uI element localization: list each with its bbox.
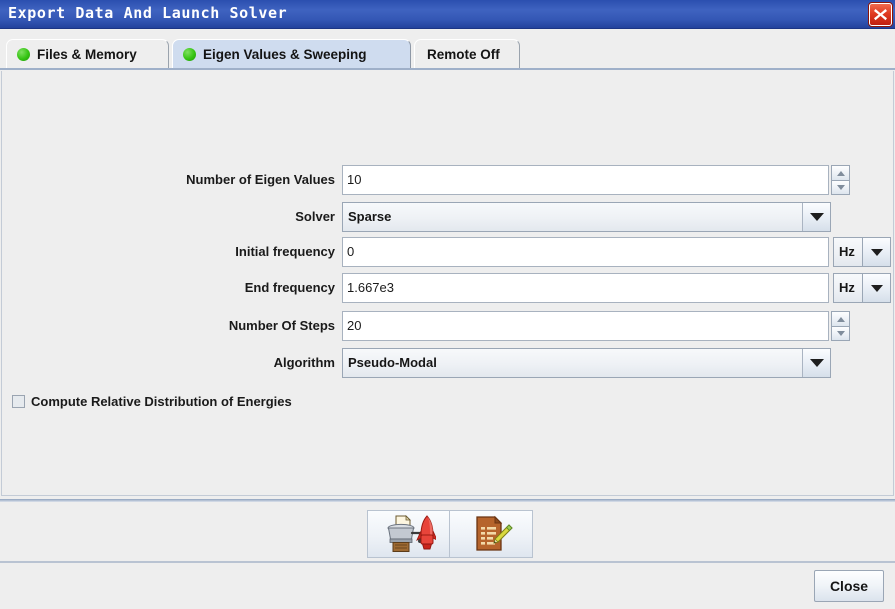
row-end-frequency: End frequency Hz — [2, 273, 895, 303]
edit-file-button[interactable] — [450, 511, 532, 557]
select-algorithm-arrow[interactable] — [802, 349, 830, 377]
select-solver[interactable]: Sparse — [342, 202, 831, 232]
row-initial-frequency: Initial frequency Hz — [2, 237, 895, 267]
tab-strip: Files & Memory Eigen Values & Sweeping R… — [0, 29, 895, 70]
spinner-up-button[interactable] — [831, 165, 850, 180]
spinner-number-of-eigen-values — [831, 165, 850, 195]
tab-remote-off[interactable]: Remote Off — [414, 39, 520, 69]
row-number-of-eigen-values: Number of Eigen Values — [2, 165, 895, 195]
triangle-down-icon — [836, 331, 845, 336]
spinner-down-button[interactable] — [831, 326, 850, 341]
export-and-launch-rocket-icon — [387, 515, 436, 552]
chevron-down-icon — [870, 284, 883, 292]
window-title: Export Data And Launch Solver — [8, 4, 288, 22]
chevron-down-icon — [809, 213, 824, 221]
label-initial-frequency: Initial frequency — [235, 244, 335, 259]
row-algorithm: Algorithm Pseudo-Modal — [2, 348, 895, 378]
spinner-down-button[interactable] — [831, 180, 850, 195]
triangle-up-icon — [836, 316, 845, 322]
tab-files-and-memory[interactable]: Files & Memory — [6, 39, 169, 69]
input-number-of-eigen-values[interactable] — [342, 165, 829, 195]
select-solver-value: Sparse — [343, 203, 802, 231]
export-data-dialog: Export Data And Launch Solver Files & Me… — [0, 0, 895, 609]
window-close-button[interactable] — [869, 3, 892, 26]
triangle-down-icon — [836, 185, 845, 190]
select-algorithm[interactable]: Pseudo-Modal — [342, 348, 831, 378]
eigen-values-panel: Number of Eigen Values Solver Sparse — [1, 71, 894, 496]
label-end-frequency: End frequency — [244, 280, 335, 295]
green-dot-icon — [183, 48, 196, 61]
input-end-frequency[interactable] — [342, 273, 829, 303]
label-algorithm: Algorithm — [273, 355, 335, 370]
close-button[interactable]: Close — [814, 570, 884, 602]
input-number-of-steps[interactable] — [342, 311, 829, 341]
checkbox-box[interactable] — [12, 395, 25, 408]
checkbox-compute-relative-distribution-of-energies[interactable]: Compute Relative Distribution of Energie… — [12, 394, 292, 409]
unit-end-frequency: Hz — [833, 273, 863, 303]
export-and-launch-button[interactable] — [368, 511, 450, 557]
document-with-pencil-icon — [476, 515, 513, 551]
action-toolbar — [367, 510, 533, 558]
checkbox-label: Compute Relative Distribution of Energie… — [31, 394, 292, 409]
window-titlebar: Export Data And Launch Solver — [0, 0, 895, 29]
footer-bar: Close — [0, 563, 895, 609]
tab-label: Remote Off — [427, 47, 500, 62]
tab-label: Files & Memory — [37, 47, 137, 62]
label-number-of-eigen-values: Number of Eigen Values — [186, 172, 335, 187]
green-dot-icon — [17, 48, 30, 61]
close-x-icon — [874, 9, 887, 21]
spinner-number-of-steps — [831, 311, 850, 341]
row-solver: Solver Sparse — [2, 202, 895, 232]
row-number-of-steps: Number Of Steps — [2, 311, 895, 341]
select-algorithm-value: Pseudo-Modal — [343, 349, 802, 377]
unit-initial-frequency-arrow[interactable] — [863, 237, 891, 267]
chevron-down-icon — [870, 248, 883, 256]
input-initial-frequency[interactable] — [342, 237, 829, 267]
unit-initial-frequency: Hz — [833, 237, 863, 267]
chevron-down-icon — [809, 359, 824, 367]
label-number-of-steps: Number Of Steps — [228, 318, 335, 333]
triangle-up-icon — [836, 170, 845, 176]
tab-label: Eigen Values & Sweeping — [203, 47, 367, 62]
select-solver-arrow[interactable] — [802, 203, 830, 231]
spinner-up-button[interactable] — [831, 311, 850, 326]
toolbar-separator — [0, 499, 895, 502]
tab-eigen-values-and-sweeping[interactable]: Eigen Values & Sweeping — [172, 39, 411, 69]
label-solver: Solver — [295, 209, 335, 224]
tab-underline — [0, 68, 895, 70]
unit-end-frequency-arrow[interactable] — [863, 273, 891, 303]
